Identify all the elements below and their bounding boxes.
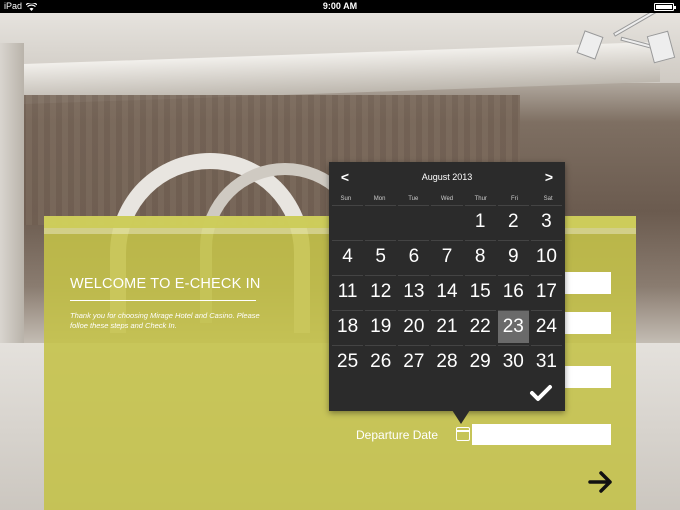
calendar-day[interactable]: 15 <box>464 275 496 308</box>
calendar-day[interactable]: 6 <box>398 240 430 273</box>
calendar-day[interactable]: 20 <box>398 310 430 343</box>
calendar-day[interactable]: 19 <box>365 310 397 343</box>
calendar-day[interactable]: 10 <box>530 240 562 273</box>
weekday-label: Tue <box>408 196 419 202</box>
calendar-day[interactable]: 18 <box>332 310 364 343</box>
calendar-day[interactable]: 29 <box>464 345 496 378</box>
chandelier-decoration <box>550 13 680 83</box>
calendar-empty-cell <box>332 205 364 238</box>
weekday-label: Fri <box>510 196 518 202</box>
calendar-day[interactable]: 4 <box>332 240 364 273</box>
date-picker-popup: < August 2013 > Sun Mon Tue Wed Thur Fri… <box>329 162 565 411</box>
weekday-label: Thur <box>474 196 487 202</box>
calendar-day[interactable]: 24 <box>530 310 562 343</box>
calendar-icon[interactable] <box>456 427 470 441</box>
calendar-day[interactable]: 28 <box>431 345 463 378</box>
weekday-label: Wed <box>440 196 454 202</box>
calendar-day[interactable]: 31 <box>530 345 562 378</box>
status-time: 9:00 AM <box>322 1 358 11</box>
calendar-day[interactable]: 26 <box>365 345 397 378</box>
weekday-label: Sat <box>543 196 553 202</box>
calendar-day[interactable]: 17 <box>530 275 562 308</box>
calendar-day-selected[interactable]: 23 <box>497 310 529 343</box>
weekday-header: Sun Mon Tue Wed Thur Fri Sat <box>329 193 565 205</box>
calendar-day-grid: 1 2 3 4 5 6 7 8 9 10 11 12 13 14 15 16 17 18 19 20 21 22 23 24 2… <box>332 205 562 378</box>
calendar-day[interactable]: 9 <box>497 240 529 273</box>
calendar-day[interactable]: 7 <box>431 240 463 273</box>
calendar-day[interactable]: 5 <box>365 240 397 273</box>
calendar-day[interactable]: 14 <box>431 275 463 308</box>
calendar-day[interactable]: 21 <box>431 310 463 343</box>
battery-icon <box>654 3 676 11</box>
checkmark-icon[interactable] <box>529 383 553 403</box>
weekday-label: Mon <box>373 196 386 202</box>
calendar-day[interactable]: 2 <box>497 205 529 238</box>
popup-pointer <box>452 410 470 424</box>
calendar-month-title: August 2013 <box>421 172 473 182</box>
calendar-day[interactable]: 13 <box>398 275 430 308</box>
calendar-day[interactable]: 25 <box>332 345 364 378</box>
calendar-day[interactable]: 11 <box>332 275 364 308</box>
welcome-message: Thank you for choosing Mirage Hotel and … <box>70 311 260 330</box>
calendar-header: < August 2013 > <box>329 162 565 192</box>
calendar-empty-cell <box>398 205 430 238</box>
calendar-day[interactable]: 1 <box>464 205 496 238</box>
next-month-button[interactable]: > <box>541 169 557 185</box>
status-bar: iPad 9:00 AM <box>0 0 680 13</box>
departure-date-field[interactable] <box>472 424 611 445</box>
calendar-day[interactable]: 22 <box>464 310 496 343</box>
calendar-day[interactable]: 27 <box>398 345 430 378</box>
calendar-day[interactable]: 12 <box>365 275 397 308</box>
calendar-empty-cell <box>365 205 397 238</box>
title-divider <box>70 300 256 301</box>
calendar-day[interactable]: 16 <box>497 275 529 308</box>
departure-date-label: Departure Date <box>356 428 439 442</box>
welcome-title: WELCOME TO E-CHECK IN <box>70 276 261 292</box>
weekday-label: Sun <box>340 196 352 202</box>
arrow-right-icon[interactable] <box>588 470 614 494</box>
calendar-day[interactable]: 30 <box>497 345 529 378</box>
calendar-day[interactable]: 3 <box>530 205 562 238</box>
calendar-day[interactable]: 8 <box>464 240 496 273</box>
calendar-empty-cell <box>431 205 463 238</box>
